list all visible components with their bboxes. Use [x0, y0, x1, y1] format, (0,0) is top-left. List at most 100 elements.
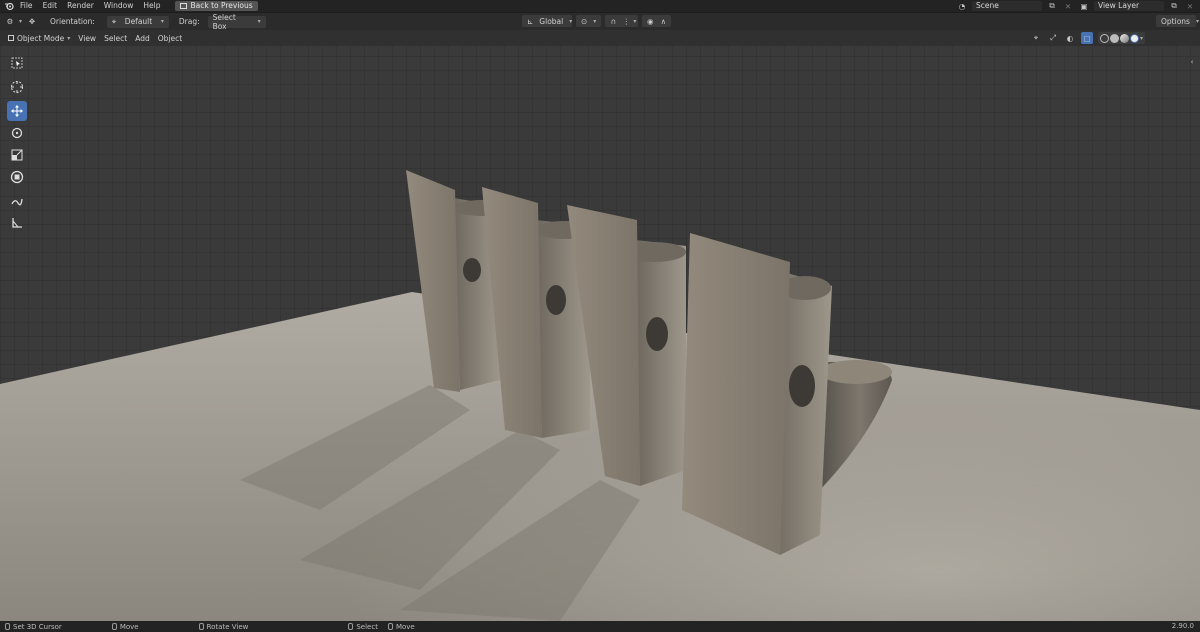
cursor-icon — [11, 57, 23, 69]
rotate-icon — [11, 127, 23, 139]
snapping-group: ∩ ⋮ ▾ — [605, 15, 639, 27]
measure-icon — [12, 218, 22, 228]
view-layer-icon[interactable]: ▣ — [1078, 0, 1090, 12]
wireframe-shading-icon[interactable] — [1100, 33, 1109, 43]
mouse-middle-icon — [198, 623, 204, 630]
menu-window[interactable]: Window — [99, 0, 139, 12]
transform-orientation-dropdown[interactable]: ⊾ Global ▾ — [522, 15, 572, 27]
viewport-header: Object Mode ▾ View Select Add Object ⌖ ⤢… — [0, 30, 1200, 46]
menu-view[interactable]: View — [74, 32, 100, 45]
magnet-icon[interactable]: ∩ — [607, 15, 619, 27]
tool-settings-icon[interactable]: ⚙ ▾ — [0, 15, 26, 28]
status-select: Select — [343, 623, 383, 631]
status-rotate-view: Rotate View — [194, 623, 254, 631]
status-rotate-view-label: Rotate View — [206, 622, 249, 631]
view-layer-name: View Layer — [1098, 1, 1140, 10]
drag-group: Drag: — [175, 15, 204, 28]
mouse-drag-icon — [387, 623, 393, 630]
orientation-group: Orientation: — [46, 15, 99, 28]
scale-icon — [11, 149, 23, 161]
move-tool[interactable] — [7, 101, 27, 121]
shading-group: ▾ — [1098, 32, 1146, 44]
scene-field[interactable]: Scene — [972, 1, 1042, 11]
viewport-display-controls: ⌖ ⤢ ◐ ▢ ▾ — [1030, 32, 1146, 44]
visibility-icon[interactable]: ⌖ — [1030, 32, 1042, 44]
drag-dropdown[interactable]: Select Box ▾ — [207, 12, 266, 31]
axes-icon: ⊾ — [527, 16, 534, 26]
mouse-drag-icon — [111, 623, 117, 630]
pivot-icon: ⊙ — [581, 16, 588, 26]
back-to-previous-label: Back to Previous — [190, 1, 253, 10]
scale-tool[interactable] — [7, 145, 27, 165]
drag-label: Drag: — [178, 17, 200, 26]
annotate-tool[interactable] — [7, 191, 27, 211]
remove-view-layer-icon[interactable]: ✕ — [1184, 0, 1196, 12]
drag-value: Select Box — [212, 12, 236, 31]
new-scene-icon[interactable]: ⧉ — [1046, 0, 1058, 12]
mode-label: Object Mode — [17, 33, 65, 43]
status-move-label: Move — [119, 622, 139, 631]
proportional-edit-icon[interactable]: ◉ — [644, 15, 656, 27]
screen-icon — [180, 3, 188, 9]
transform-tool[interactable] — [7, 167, 27, 187]
back-to-previous-button[interactable]: Back to Previous — [175, 1, 258, 11]
transform-orientation-value: Global — [539, 16, 564, 26]
options-dropdown[interactable]: Options ▾ — [1156, 15, 1199, 27]
rendered-shading-icon[interactable] — [1130, 33, 1139, 43]
3d-cursor-icon — [11, 81, 23, 93]
rotate-tool[interactable] — [7, 123, 27, 143]
menu-add[interactable]: Add — [131, 32, 154, 45]
transform-icon — [10, 170, 24, 184]
status-set-cursor: Set 3D Cursor — [0, 623, 67, 631]
tool-header: ⚙ ▾ ✥ Orientation: ⌖ Default ▾ Drag: Sele… — [0, 12, 1200, 31]
measure-tool[interactable] — [7, 213, 27, 233]
orientation-label: Orientation: — [50, 17, 95, 26]
material-shading-icon[interactable] — [1120, 33, 1129, 43]
orientation-value: Default — [124, 17, 153, 26]
version-label: 2.90.0 — [1171, 622, 1194, 630]
status-move-2-label: Move — [395, 622, 415, 631]
xray-icon[interactable]: ▢ — [1081, 32, 1093, 44]
pivot-point-dropdown[interactable]: ⊙ ▾ — [576, 15, 602, 27]
scene-name: Scene — [976, 1, 999, 10]
object-mode-icon — [8, 35, 14, 41]
mode-selector[interactable]: Object Mode ▾ — [4, 32, 74, 45]
status-bar: Set 3D Cursor Move Rotate View Select Mo… — [0, 621, 1200, 632]
blender-logo-icon[interactable] — [3, 0, 15, 12]
menu-select[interactable]: Select — [100, 32, 131, 45]
falloff-icon[interactable]: ∧ — [657, 15, 669, 27]
new-view-layer-icon[interactable]: ⧉ — [1168, 0, 1180, 12]
move-icon — [11, 105, 23, 117]
remove-scene-icon[interactable]: ✕ — [1062, 0, 1074, 12]
chevron-down-icon: ▾ — [160, 18, 164, 25]
transform-controls: ⊾ Global ▾ ⊙ ▾ ∩ ⋮ ▾ ◉ ∧ — [522, 15, 672, 27]
scene-icon[interactable]: ◔ — [956, 0, 968, 12]
options-label: Options — [1161, 16, 1190, 26]
status-move-2: Move — [383, 623, 420, 631]
proportional-edit-group: ◉ ∧ — [642, 15, 672, 27]
3d-viewport[interactable]: ‹ — [0, 46, 1200, 621]
menu-edit[interactable]: Edit — [38, 0, 63, 12]
overlay-icon[interactable]: ◐ — [1064, 32, 1076, 44]
chevron-down-icon: ▾ — [67, 34, 71, 42]
chevron-down-icon: ▾ — [257, 18, 261, 25]
gizmo-icon[interactable]: ⤢ — [1047, 32, 1059, 44]
status-select-label: Select — [356, 622, 378, 631]
sidebar-toggle-icon[interactable]: ‹ — [1186, 56, 1198, 68]
view-layer-field[interactable]: View Layer — [1094, 1, 1164, 11]
solid-shading-icon[interactable] — [1110, 33, 1119, 43]
menu-object[interactable]: Object — [154, 32, 186, 45]
orientation-dropdown[interactable]: ⌖ Default ▾ — [106, 15, 169, 28]
cursor-tool[interactable] — [7, 77, 27, 97]
menu-help[interactable]: Help — [138, 0, 165, 12]
annotate-icon — [11, 198, 23, 206]
mouse-right-icon — [348, 623, 354, 630]
viewport-scene — [0, 46, 1200, 621]
snap-target-icon[interactable]: ⋮ — [620, 15, 632, 27]
menu-render[interactable]: Render — [62, 0, 99, 12]
menu-file[interactable]: File — [15, 0, 38, 12]
main-menu: File Edit Render Window Help Back to Pre… — [0, 0, 258, 12]
select-tool[interactable] — [7, 53, 27, 73]
chevron-down-icon: ▾ — [1195, 17, 1199, 25]
move-tool-icon[interactable]: ✥ — [26, 16, 38, 28]
